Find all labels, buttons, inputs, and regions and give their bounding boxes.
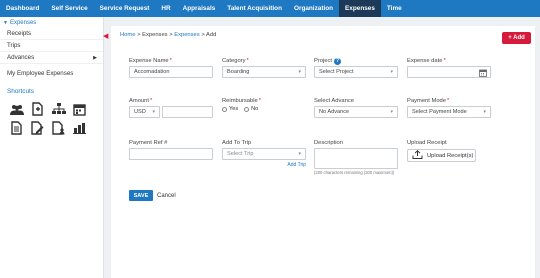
chevron-down-icon: ▾	[390, 69, 393, 75]
chevron-down-icon: ▾	[298, 151, 301, 157]
chevron-down-icon: ▾	[152, 109, 155, 115]
top-nav: Dashboard Self Service Service Request HR Ap…	[0, 0, 540, 17]
expense-name-input[interactable]: Accomadation	[129, 66, 213, 78]
shortcut-grid	[0, 102, 103, 135]
project-label: Project?	[314, 57, 342, 65]
chevron-down-icon: ▾	[483, 109, 486, 115]
nav-item-appraisals[interactable]: Appraisals	[177, 0, 222, 17]
sidebar-item-trips[interactable]: Trips	[0, 40, 103, 52]
payment-mode-field: Payment Mode * Select Payment Mode ▾	[407, 97, 491, 118]
currency-select[interactable]: USD ▾	[129, 106, 160, 118]
caret-down-icon: ▼	[3, 19, 8, 26]
category-select[interactable]: Boarding ▾	[222, 66, 306, 78]
description-textarea[interactable]	[314, 148, 398, 169]
sidebar-section-title: Expenses	[9, 19, 37, 26]
upload-icon	[412, 149, 423, 161]
document-edit-icon[interactable]	[30, 121, 45, 135]
amount-field: Amount * USD ▾	[129, 97, 213, 118]
nav-item-service-request[interactable]: Service Request	[94, 0, 156, 17]
sidebar-item-label: Advances	[7, 54, 35, 61]
breadcrumb-home[interactable]: Home	[120, 32, 135, 38]
sidebar-item-my-employee-expenses[interactable]: My Employee Expenses	[0, 67, 103, 79]
chevron-right-icon: ▶	[93, 54, 97, 61]
description-field: Description (200 characters remaining (2…	[314, 139, 398, 175]
sidebar-collapse-icon[interactable]: ◀	[103, 32, 109, 42]
payment-ref-label: Payment Ref #	[129, 140, 168, 146]
select-advance-label: Select Advance	[314, 98, 354, 104]
document-add-icon[interactable]	[30, 102, 45, 116]
reimbursable-label: Reimbursable *	[222, 98, 262, 104]
select-advance-field: Select Advance No Advance ▾	[314, 97, 398, 118]
category-label: Category *	[222, 58, 249, 64]
radio-icon	[222, 106, 227, 112]
upload-receipt-button-label: Upload Receipt(s)	[427, 152, 474, 159]
breadcrumb-expenses[interactable]: Expenses	[142, 32, 167, 38]
add-button[interactable]: + Add	[502, 32, 531, 44]
sidebar: ▼ Expenses Receipts Trips Advances ▶ My E…	[0, 17, 104, 278]
team-icon[interactable]	[9, 102, 24, 116]
project-select[interactable]: Select Project ▾	[314, 66, 398, 78]
upload-receipt-button[interactable]: Upload Receipt(s)	[407, 149, 476, 162]
expense-date-field: Expense date *	[407, 57, 491, 78]
reimbursable-no-radio[interactable]: No	[244, 106, 258, 112]
payment-ref-input[interactable]	[129, 148, 213, 160]
upload-receipt-field: Upload Receipt Upload Receipt(s)	[407, 139, 491, 162]
breadcrumb-separator: >	[137, 32, 141, 38]
breadcrumb-current: Add	[206, 32, 217, 38]
category-field: Category * Boarding ▾	[222, 57, 306, 78]
sidebar-section-expenses[interactable]: ▼ Expenses	[0, 17, 103, 28]
sidebar-item-label: Receipts	[7, 30, 32, 37]
upload-receipt-label: Upload Receipt	[407, 140, 447, 146]
description-label: Description	[314, 140, 343, 146]
select-advance-select[interactable]: No Advance ▾	[314, 106, 398, 118]
nav-item-hr[interactable]: HR	[155, 0, 176, 17]
calendar-icon[interactable]	[72, 102, 87, 116]
radio-icon	[244, 106, 250, 112]
add-to-trip-field: Add To Trip Select Trip ▾ Add Trip	[222, 139, 306, 168]
nav-item-talent-acquisition[interactable]: Talent Acquisition	[221, 0, 288, 17]
payment-mode-label: Payment Mode *	[407, 98, 450, 104]
org-chart-icon[interactable]	[51, 102, 66, 116]
nav-item-expenses[interactable]: Expenses	[339, 0, 381, 17]
breadcrumb-separator: >	[169, 32, 173, 38]
chevron-down-icon: ▾	[298, 69, 301, 75]
shortcuts-title: Shortcuts	[7, 88, 34, 95]
bar-chart-icon[interactable]	[72, 121, 87, 135]
nav-item-organization[interactable]: Organization	[288, 0, 339, 17]
cancel-button[interactable]: Cancel	[157, 190, 176, 201]
reimbursable-field: Reimbursable * Yes No	[222, 97, 306, 113]
amount-input[interactable]	[162, 106, 213, 118]
project-field: Project? Select Project ▾	[314, 57, 398, 78]
breadcrumb: Home > Expenses > Expenses > Add	[120, 32, 216, 38]
help-icon[interactable]: ?	[334, 57, 342, 65]
main-panel: Home > Expenses > Expenses > Add + Add E…	[111, 26, 535, 278]
reimbursable-yes-radio[interactable]: Yes	[222, 106, 238, 112]
expense-date-input[interactable]	[407, 66, 491, 78]
payment-ref-field: Payment Ref #	[129, 139, 213, 160]
reimbursable-radio-group: Yes No	[222, 105, 306, 113]
description-char-counter: (200 characters remaining (200 maximum))	[314, 170, 395, 175]
breadcrumb-expenses-2[interactable]: Expenses	[174, 32, 199, 38]
nav-item-time[interactable]: Time	[381, 0, 408, 17]
calendar-icon[interactable]	[479, 69, 487, 79]
expense-name-field: Expense Name * Accomadation	[129, 57, 213, 78]
add-to-trip-label: Add To Trip	[222, 140, 252, 146]
payment-mode-select[interactable]: Select Payment Mode ▾	[407, 106, 491, 118]
add-trip-link[interactable]: Add Trip	[222, 162, 306, 168]
breadcrumb-separator: >	[201, 32, 205, 38]
document-list-icon[interactable]	[9, 121, 24, 135]
sidebar-item-receipts[interactable]: Receipts	[0, 28, 103, 40]
trip-select[interactable]: Select Trip ▾	[222, 148, 306, 160]
sidebar-item-label: My Employee Expenses	[7, 69, 74, 77]
save-button[interactable]: SAVE	[129, 190, 153, 201]
expense-date-label: Expense date *	[407, 58, 446, 64]
chevron-down-icon: ▾	[390, 109, 393, 115]
nav-item-self-service[interactable]: Self Service	[45, 0, 93, 17]
nav-item-dashboard[interactable]: Dashboard	[0, 0, 45, 17]
amount-label: Amount *	[129, 98, 153, 104]
expense-name-label: Expense Name *	[129, 58, 172, 64]
sidebar-item-label: Trips	[7, 42, 21, 49]
document-user-icon[interactable]	[51, 121, 66, 135]
sidebar-item-advances[interactable]: Advances ▶	[0, 52, 103, 64]
